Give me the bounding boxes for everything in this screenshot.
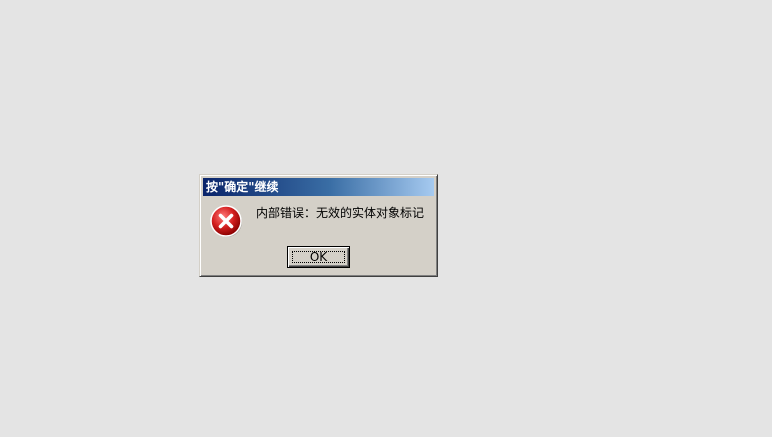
ok-button-label: OK [292,251,345,263]
error-dialog: 按"确定"继续 内部错误：无效的实体对象标记 OK [199,174,438,277]
dialog-titlebar[interactable]: 按"确定"继续 [203,178,434,196]
dialog-title: 按"确定"继续 [206,180,279,194]
ok-button[interactable]: OK [287,246,350,268]
error-icon [210,205,242,237]
error-message: 内部错误：无效的实体对象标记 [256,206,425,220]
